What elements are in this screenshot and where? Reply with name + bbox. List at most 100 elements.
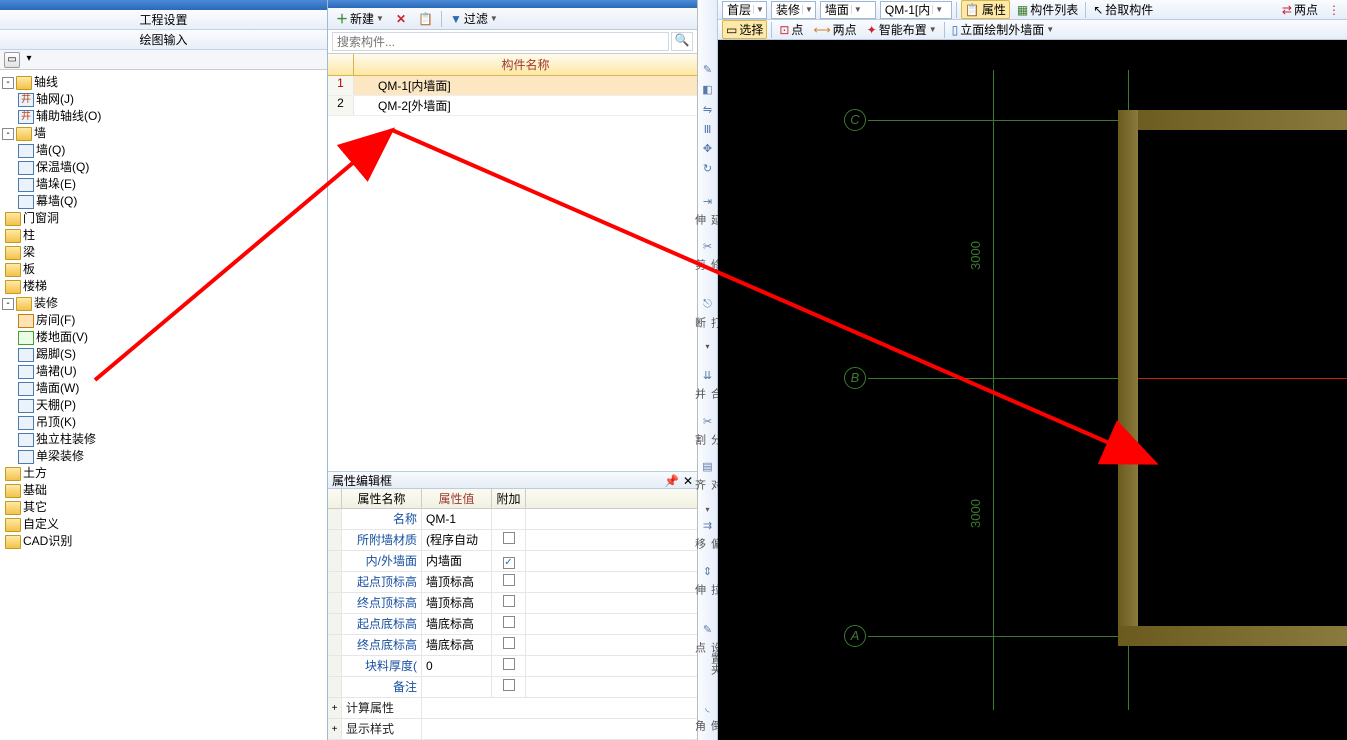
prop-value[interactable]: QM-1: [422, 509, 492, 529]
cell-name[interactable]: QM-2[外墙面]: [354, 96, 697, 115]
twopt-button[interactable]: ⇄两点: [1279, 1, 1321, 18]
prop-expander-style[interactable]: +显示样式: [328, 719, 697, 740]
tree-wall-q[interactable]: 墙(Q): [2, 142, 325, 159]
align2-icon[interactable]: ▤: [700, 459, 716, 474]
tree-ban[interactable]: 板: [2, 261, 325, 278]
tree-danliang[interactable]: 单梁装修: [2, 448, 325, 465]
tree-dulizhu[interactable]: 独立柱装修: [2, 431, 325, 448]
checkbox[interactable]: [503, 595, 515, 607]
tree-wall[interactable]: -墙: [2, 125, 325, 142]
plus-icon[interactable]: +: [328, 698, 342, 718]
tree-fangjian[interactable]: 房间(F): [2, 312, 325, 329]
prop-row[interactable]: 起点底标高墙底标高: [328, 614, 697, 635]
list-button[interactable]: ▦构件列表: [1014, 1, 1081, 18]
prop-addon[interactable]: [492, 593, 526, 613]
tree-menchuang[interactable]: 门窗洞: [2, 210, 325, 227]
fillet-icon[interactable]: ◟: [700, 700, 716, 715]
minus-icon[interactable]: -: [2, 128, 14, 140]
chevron-down-icon[interactable]: ▾: [705, 342, 709, 351]
prop-value[interactable]: 0: [422, 656, 492, 676]
property-panel-title[interactable]: 属性编辑框 📌 ✕: [328, 471, 697, 489]
tree-axis-net[interactable]: 井轴网(J): [2, 91, 325, 108]
prop-value[interactable]: 墙顶标高: [422, 593, 492, 613]
prop-row[interactable]: 名称QM-1: [328, 509, 697, 530]
tree-axis[interactable]: -轴线: [2, 74, 325, 91]
chevron-down-icon[interactable]: ▾: [705, 505, 709, 514]
delete-button[interactable]: ✕: [392, 11, 410, 27]
checkbox[interactable]: [503, 574, 515, 586]
tree-diaoding[interactable]: 吊顶(K): [2, 414, 325, 431]
prop-addon[interactable]: [492, 551, 526, 571]
tree-wall-mq[interactable]: 幕墙(Q): [2, 193, 325, 210]
tool-icon[interactable]: ◧: [700, 82, 716, 97]
tree-jichu[interactable]: 基础: [2, 482, 325, 499]
prop-value[interactable]: (程序自动: [422, 530, 492, 550]
prop-addon[interactable]: [492, 509, 526, 529]
tree-tijiao[interactable]: 踢脚(S): [2, 346, 325, 363]
tree-zhuangxiu[interactable]: -装修: [2, 295, 325, 312]
wall-bottom[interactable]: [1118, 626, 1347, 646]
prop-addon[interactable]: [492, 635, 526, 655]
break-icon[interactable]: ⎋: [700, 297, 716, 312]
category-combo[interactable]: 装修▼: [771, 1, 816, 19]
search-input[interactable]: [332, 32, 669, 51]
checkbox[interactable]: [503, 532, 515, 544]
offset-icon[interactable]: ⇉: [700, 519, 716, 534]
tree-zidingyi[interactable]: 自定义: [2, 516, 325, 533]
extend-icon[interactable]: ⇥: [700, 194, 716, 209]
point-button[interactable]: ⊡点: [776, 21, 806, 38]
prop-value[interactable]: 墙底标高: [422, 614, 492, 634]
nav-dropdown-button[interactable]: ▾: [24, 52, 34, 68]
grid-row[interactable]: 1 QM-1[内墙面]: [328, 76, 697, 96]
prop-value[interactable]: [422, 677, 492, 697]
prop-addon[interactable]: [492, 614, 526, 634]
wall-left[interactable]: [1118, 110, 1138, 646]
twopoint-button[interactable]: ⟷两点: [810, 21, 859, 38]
grip-icon[interactable]: ✎: [700, 622, 716, 637]
checkbox[interactable]: [503, 637, 515, 649]
prop-row[interactable]: 内/外墙面内墙面: [328, 551, 697, 572]
tree-liang[interactable]: 梁: [2, 244, 325, 261]
tree-axis-aux[interactable]: 井辅助轴线(O): [2, 108, 325, 125]
tree-zhu[interactable]: 柱: [2, 227, 325, 244]
prop-row[interactable]: 块料厚度(0: [328, 656, 697, 677]
nav-collapse-button[interactable]: ▭: [4, 52, 20, 68]
prop-row[interactable]: 所附墙材质(程序自动: [328, 530, 697, 551]
prop-addon[interactable]: [492, 677, 526, 697]
copy-button[interactable]: 📋: [414, 11, 437, 27]
filter-button[interactable]: ▼过滤▼: [446, 9, 502, 28]
tree-loudimian[interactable]: 楼地面(V): [2, 329, 325, 346]
tree-louti[interactable]: 楼梯: [2, 278, 325, 295]
prop-expander-calc[interactable]: +计算属性: [328, 698, 697, 719]
brush-icon[interactable]: ✎: [700, 62, 716, 77]
grid-row[interactable]: 2 QM-2[外墙面]: [328, 96, 697, 116]
tree-tufang[interactable]: 土方: [2, 465, 325, 482]
attrs-button[interactable]: 📋属性: [961, 0, 1010, 19]
prop-addon[interactable]: [492, 530, 526, 550]
rotate-icon[interactable]: ↻: [700, 161, 716, 176]
tab-project-settings[interactable]: 工程设置: [0, 10, 327, 30]
search-button[interactable]: 🔍: [671, 32, 693, 51]
mirror-icon[interactable]: ⇋: [700, 102, 716, 117]
checkbox[interactable]: [503, 679, 515, 691]
component-combo[interactable]: QM-1[内▼: [880, 1, 952, 19]
col-name-header[interactable]: 构件名称: [354, 54, 697, 75]
plus-icon[interactable]: +: [328, 719, 342, 739]
pin-icon[interactable]: 📌: [664, 472, 679, 488]
tree-wall-duo[interactable]: 墙垛(E): [2, 176, 325, 193]
prop-row[interactable]: 起点顶标高墙顶标高: [328, 572, 697, 593]
cell-name[interactable]: QM-1[内墙面]: [354, 76, 697, 95]
tab-draw-input[interactable]: 绘图输入: [0, 30, 327, 50]
checkbox[interactable]: [503, 616, 515, 628]
prop-value[interactable]: 墙顶标高: [422, 572, 492, 592]
tree-qiangmian[interactable]: 墙面(W): [2, 380, 325, 397]
pick-button[interactable]: ↖拾取构件: [1090, 1, 1156, 18]
select-button[interactable]: ▭选择: [722, 20, 767, 39]
checkbox[interactable]: [503, 557, 515, 569]
smart-button[interactable]: ✦智能布置▼: [864, 21, 940, 38]
wall-top[interactable]: [1118, 110, 1347, 130]
stretch-icon[interactable]: ⇕: [700, 564, 716, 579]
tree-tianpeng[interactable]: 天棚(P): [2, 397, 325, 414]
tree-qita[interactable]: 其它: [2, 499, 325, 516]
checkbox[interactable]: [503, 658, 515, 670]
